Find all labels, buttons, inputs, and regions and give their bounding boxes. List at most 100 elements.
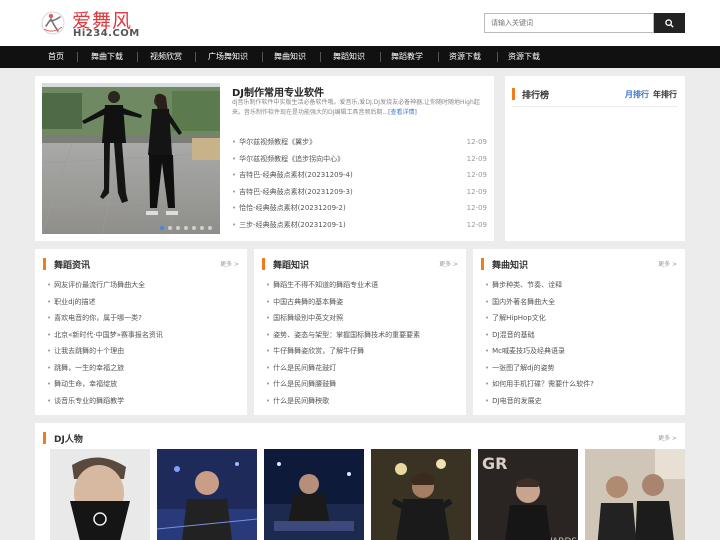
list-item[interactable]: • DJ电音的发展史: [485, 393, 675, 410]
svg-text:GR: GR: [482, 454, 507, 473]
section-accent-bar: [262, 258, 265, 270]
list-item[interactable]: • 让我去跳舞的十个理由: [47, 343, 237, 360]
more-link[interactable]: 更多 >: [439, 259, 458, 268]
list-item[interactable]: • 网友评价最流行广场舞曲大全: [47, 277, 237, 294]
slide-dot[interactable]: [160, 226, 164, 230]
section-title: DJ人物: [54, 435, 83, 445]
list-item-title: 牛仔舞舞姿欣赏，了解牛仔舞: [273, 347, 365, 355]
more-link[interactable]: 更多 >: [658, 259, 677, 268]
list-item[interactable]: • 跳舞，一生的幸福之旅: [47, 360, 237, 377]
nav-item-resources-2[interactable]: 资源下载: [501, 46, 547, 68]
list-item[interactable]: • 姿势、姿态与架型：掌握国标舞技术的重要要素: [266, 327, 456, 344]
ranking-panel: 排行榜 月排行 年排行: [505, 76, 685, 241]
ranking-header: 排行榜 月排行 年排行: [512, 83, 678, 107]
nav-item-dance-knowledge[interactable]: 舞蹈知识: [326, 46, 372, 68]
featured-description: dj音乐制作软件中实版生活必备软件哦。爱音乐,爱DJ,DJ发烧友必备神器,让你随…: [232, 98, 488, 118]
list-item-title: 跳舞，一生的幸福之旅: [54, 363, 125, 372]
dj-photo[interactable]: GR AWARDS: [478, 449, 578, 540]
nav-divider: [195, 52, 196, 62]
dj-photo[interactable]: [371, 449, 471, 540]
list-item[interactable]: • 舞蹈生不得不知道的舞蹈专业术语: [266, 277, 456, 294]
nav-divider: [137, 52, 138, 62]
section-accent-bar: [43, 432, 46, 444]
dj-duo-photo: [585, 449, 685, 540]
tab-monthly[interactable]: 月排行: [625, 89, 649, 100]
dj-photo[interactable]: [264, 449, 364, 540]
nav-item-dance-tutorials[interactable]: 舞蹈教学: [384, 46, 430, 68]
main-nav: 首页 舞曲下载 视频欣赏 广场舞知识 舞曲知识 舞蹈知识 舞蹈教学 资源下载 资…: [0, 46, 720, 68]
list-item[interactable]: • 喜欢电音的你，属于哪一类?: [47, 310, 237, 327]
list-item[interactable]: • 舞步种类、节奏、诠释: [485, 277, 675, 294]
slide-pagination: [160, 226, 212, 230]
dj-photo[interactable]: [585, 449, 685, 540]
list-item-title: 什么是民间舞腰鼓舞: [273, 380, 337, 388]
list-item-title: DJ电音的发展史: [492, 396, 542, 405]
list-item[interactable]: • DJ混音的基础: [485, 327, 675, 344]
slide-dot[interactable]: [168, 226, 172, 230]
list-item-title: 网友评价最流行广场舞曲大全: [54, 281, 146, 289]
dj-photo[interactable]: [157, 449, 257, 540]
nav-item-resources[interactable]: 资源下载: [442, 46, 488, 68]
list-item[interactable]: • 牛仔舞舞姿欣赏，了解牛仔舞: [266, 343, 456, 360]
nav-item-music-knowledge[interactable]: 舞曲知识: [267, 46, 313, 68]
list-item-title: 什么是民间舞花鼓灯: [273, 363, 337, 372]
tab-yearly[interactable]: 年排行: [653, 89, 677, 100]
search-input[interactable]: [484, 13, 654, 33]
view-details-link[interactable]: [查看详情]: [388, 109, 417, 116]
list-item[interactable]: • 国标舞级别中英文对照: [266, 310, 456, 327]
dance-news-panel: 舞蹈资讯 更多 > • 网友评价最流行广场舞曲大全 • 职业dj的描述 • 喜欢电音的…: [35, 249, 247, 415]
slide-dot[interactable]: [176, 226, 180, 230]
featured-description-text: dj音乐制作软件中实版生活必备软件哦。爱音乐,爱DJ,DJ发烧友必备神器,让你随…: [232, 99, 480, 116]
nav-divider: [320, 52, 321, 62]
list-item[interactable]: • 了解HipHop文化: [485, 310, 675, 327]
nav-divider: [380, 52, 381, 62]
list-item[interactable]: • 吉特巴-经典鼓点素材(20231209-3) 12-09: [232, 184, 487, 201]
featured-title[interactable]: DJ制作常用专业软件: [232, 84, 324, 99]
slide-dot[interactable]: [192, 226, 196, 230]
nav-divider: [438, 52, 439, 62]
list-item-title: 吉特巴-经典鼓点素材(20231209-4): [239, 171, 353, 179]
list-item[interactable]: • 什么是民间舞花鼓灯: [266, 360, 456, 377]
featured-slide-image[interactable]: [42, 83, 220, 234]
list-item[interactable]: • 职业dj的描述: [47, 294, 237, 311]
list-item[interactable]: • 如何用手机打碟？需要什么软件?: [485, 376, 675, 393]
list-item[interactable]: • 三步-经典鼓点素材(20231209-1) 12-09: [232, 217, 487, 234]
nav-item-music-download[interactable]: 舞曲下载: [84, 46, 130, 68]
slide-dot[interactable]: [208, 226, 212, 230]
list-item[interactable]: • 什么是民间舞腰鼓舞: [266, 376, 456, 393]
slide-dot[interactable]: [184, 226, 188, 230]
list-item[interactable]: • 华尔兹视频教程《追步拐向中心》 12-09: [232, 151, 487, 168]
nav-divider: [77, 52, 78, 62]
slide-dot[interactable]: [200, 226, 204, 230]
more-link[interactable]: 更多 >: [220, 259, 239, 268]
list-item-title: 国标舞级别中英文对照: [273, 314, 344, 322]
nav-divider: [262, 52, 263, 62]
section-title: 舞曲知识: [492, 261, 529, 271]
list-item[interactable]: • 什么是民间舞秧歌: [266, 393, 456, 410]
list-item[interactable]: • 中国古典舞的基本舞姿: [266, 294, 456, 311]
list-item-date: 12-09: [466, 204, 487, 212]
list-item[interactable]: • 吉特巴-经典鼓点素材(20231209-4) 12-09: [232, 167, 487, 184]
section-title: 舞蹈知识: [273, 261, 310, 271]
more-link[interactable]: 更多 >: [658, 433, 677, 442]
list-item[interactable]: • 一张图了解dj的姿势: [485, 360, 675, 377]
article-list: • 舞蹈生不得不知道的舞蹈专业术语 • 中国古典舞的基本舞姿 • 国标舞级别中英文对照…: [266, 277, 456, 409]
list-item[interactable]: • 国内外著名舞曲大全: [485, 294, 675, 311]
list-item[interactable]: • 恰恰-经典鼓点素材(20231209-2) 12-09: [232, 200, 487, 217]
list-item-title: 华尔兹视频教程《翼步》: [239, 138, 317, 146]
list-item[interactable]: • 北京«新时代·中国梦»赛事报名资讯: [47, 327, 237, 344]
list-item-date: 12-09: [466, 187, 487, 196]
list-item[interactable]: • Mc喊麦技巧及经典语录: [485, 343, 675, 360]
dj-photo[interactable]: [50, 449, 150, 540]
list-item[interactable]: • 华尔兹视频教程《翼步》 12-09: [232, 134, 487, 151]
nav-item-square-dance[interactable]: 广场舞知识: [202, 46, 254, 68]
site-logo[interactable]: 爱舞风 Hi234.COM: [40, 6, 140, 42]
nav-item-videos[interactable]: 视频欣赏: [143, 46, 189, 68]
list-item-date: 12-09: [466, 171, 487, 179]
nav-item-home[interactable]: 首页: [38, 46, 74, 68]
section-header: 舞曲知识 更多 >: [481, 256, 677, 272]
search-button[interactable]: [654, 13, 685, 33]
list-item[interactable]: • 舞动生命，幸福绽放: [47, 376, 237, 393]
list-item-title: 姿势、姿态与架型：掌握国标舞技术的重要要素: [273, 330, 421, 339]
list-item[interactable]: • 谈音乐专业的舞蹈教学: [47, 393, 237, 410]
